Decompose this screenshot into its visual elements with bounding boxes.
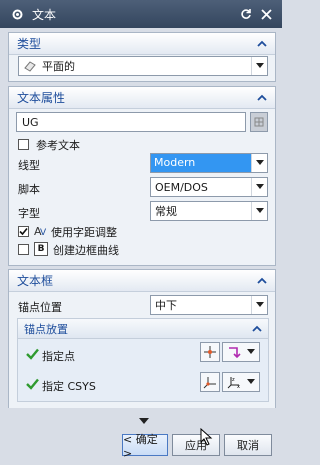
svg-text:x: x (237, 384, 240, 389)
kerning-icon: AV (34, 224, 48, 238)
reference-text-label: 参考文本 (36, 139, 80, 152)
check-icon (26, 378, 39, 393)
csys-axes-icon: zx (227, 377, 240, 389)
kerning-checkbox[interactable] (18, 226, 29, 237)
title-bar: 文本 (0, 0, 282, 28)
type-panel-title: 类型 (17, 37, 42, 51)
svg-text:V: V (40, 228, 47, 238)
chevron-down-icon (251, 154, 267, 172)
font-style-value: 常规 (155, 205, 177, 218)
type-select-value: 平面的 (42, 60, 75, 73)
chevron-up-icon (257, 40, 267, 47)
specify-point-label: 指定点 (42, 350, 75, 363)
specify-csys-label: 指定 CSYS (42, 380, 96, 393)
point-dialog-button[interactable] (200, 342, 220, 362)
chevron-up-icon (257, 94, 267, 101)
text-options-button[interactable] (250, 112, 268, 132)
text-frame-title: 文本框 (17, 274, 54, 288)
type-select[interactable]: 平面的 (18, 56, 268, 76)
reset-icon[interactable] (240, 8, 252, 20)
grid-icon (254, 117, 264, 127)
font-style-select[interactable]: 常规 (150, 201, 268, 221)
anchor-position-value: 中下 (155, 299, 177, 312)
type-panel-header[interactable]: 类型 (9, 33, 275, 55)
csys-type-dropdown[interactable]: zx (222, 372, 260, 392)
text-frame-header[interactable]: 文本框 (9, 270, 275, 292)
point-constructor-icon (204, 346, 216, 358)
line-type-value: Modern (151, 154, 251, 172)
window-title: 文本 (32, 7, 57, 22)
anchor-placement-title: 锚点放置 (24, 322, 68, 336)
text-properties-header[interactable]: 文本属性 (9, 87, 275, 109)
script-value: OEM/DOS (155, 180, 208, 194)
script-label: 脚本 (18, 183, 40, 196)
anchor-position-select[interactable]: 中下 (150, 295, 268, 315)
border-curve-label: 创建边框曲线 (53, 244, 119, 257)
line-type-label: 线型 (18, 159, 40, 172)
close-icon[interactable] (260, 8, 272, 20)
mouse-cursor-icon (200, 427, 214, 449)
ok-button[interactable]: < 确定 > (122, 433, 168, 460)
script-select[interactable]: OEM/DOS (150, 177, 268, 197)
text-input[interactable]: UG (16, 112, 246, 132)
anchor-position-label: 锚点位置 (18, 301, 62, 314)
inferred-point-icon (229, 347, 241, 359)
csys-icon (203, 377, 216, 389)
border-curve-checkbox[interactable] (18, 244, 29, 255)
chevron-down-icon (251, 57, 267, 75)
reference-text-checkbox[interactable] (18, 139, 29, 150)
chevron-up-icon (257, 277, 267, 284)
chevron-up-icon (252, 325, 262, 332)
chevron-down-icon (247, 349, 255, 354)
check-icon (26, 348, 39, 363)
csys-dialog-button[interactable] (200, 372, 220, 392)
expand-more-icon[interactable] (139, 415, 149, 428)
cancel-button[interactable]: 取消 (224, 434, 272, 456)
chevron-down-icon (251, 296, 267, 314)
settings-icon (10, 7, 24, 21)
chevron-down-icon (247, 379, 255, 384)
checkmark-icon (19, 227, 28, 236)
text-properties-title: 文本属性 (17, 91, 66, 105)
svg-text:z: z (232, 377, 235, 383)
text-input-value: UG (22, 115, 39, 129)
border-icon: B (34, 242, 48, 256)
kerning-label: 使用字距调整 (51, 226, 117, 239)
line-type-select[interactable]: Modern (150, 153, 268, 173)
point-type-dropdown[interactable] (222, 342, 260, 362)
anchor-placement-header[interactable]: 锚点放置 (18, 319, 268, 339)
planar-icon (24, 61, 36, 72)
chevron-down-icon (251, 202, 267, 220)
chevron-down-icon (251, 178, 267, 196)
font-style-label: 字型 (18, 207, 40, 220)
